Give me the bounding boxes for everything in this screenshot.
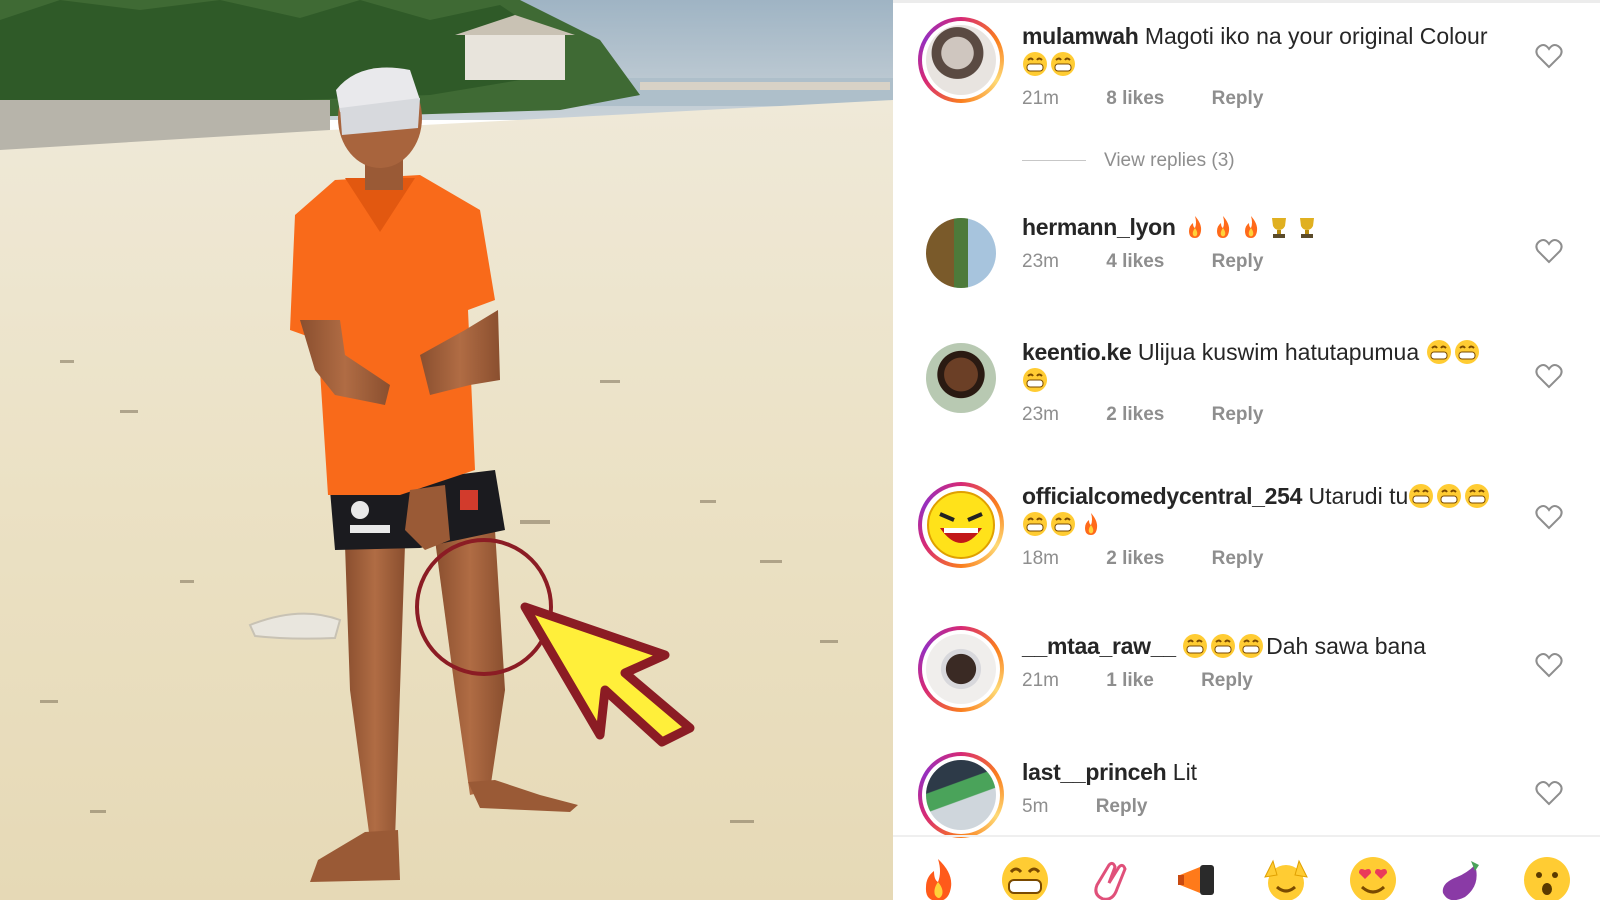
clap-emoji-icon[interactable]	[1087, 855, 1137, 900]
comment-emojis	[1022, 510, 1522, 538]
comment-text: Utarudi tu	[1308, 483, 1409, 509]
comment-likes[interactable]: 2 likes	[1106, 548, 1164, 570]
view-replies-label: View replies (3)	[1104, 150, 1235, 171]
avatar[interactable]	[918, 752, 1004, 838]
grin-emoji-icon	[1454, 340, 1479, 364]
comment-username[interactable]: keentio.ke	[1022, 339, 1132, 365]
reply-button[interactable]: Reply	[1212, 88, 1264, 110]
comment-likes[interactable]: 8 likes	[1106, 88, 1164, 110]
reply-button[interactable]: Reply	[1096, 796, 1148, 818]
comment-username[interactable]: mulamwah	[1022, 23, 1139, 49]
heart-icon[interactable]	[1535, 43, 1563, 69]
grin-emoji-icon	[1426, 340, 1451, 364]
heart-icon[interactable]	[1535, 652, 1563, 678]
surprised-emoji-icon[interactable]	[1522, 855, 1572, 900]
fire-emoji-icon	[1189, 216, 1202, 238]
post-photo	[0, 0, 893, 900]
fire-emoji-icon	[1217, 216, 1230, 238]
reply-button[interactable]: Reply	[1212, 548, 1264, 570]
reply-button[interactable]: Reply	[1212, 404, 1264, 426]
megaphone-emoji-icon[interactable]	[1174, 855, 1224, 900]
grin-emoji-icon	[1051, 52, 1075, 76]
avatar[interactable]	[918, 17, 1004, 103]
comment-text: Ulijua kuswim hatutapumua	[1137, 339, 1420, 365]
comment-text: Lit	[1172, 759, 1198, 785]
reply-button[interactable]: Reply	[1212, 251, 1264, 273]
comment-text: Magoti iko na your original Colour	[1144, 23, 1488, 49]
grin-emoji-icon	[1183, 634, 1208, 658]
comment-likes[interactable]: 2 likes	[1106, 404, 1164, 426]
view-replies-button[interactable]: View replies (3)	[1022, 150, 1235, 172]
grin-emoji-icon[interactable]	[1000, 855, 1050, 900]
comment-username[interactable]: officialcomedycentral_254	[1022, 483, 1302, 509]
comments-panel: mulamwah Magoti iko na your original Col…	[893, 0, 1600, 900]
grin-emoji-icon	[1051, 512, 1075, 536]
comment-time: 21m	[1022, 88, 1059, 109]
grin-emoji-icon	[1023, 368, 1047, 392]
heart-eyes-emoji-icon[interactable]	[1348, 855, 1398, 900]
grin-emoji-icon	[1211, 634, 1236, 658]
comment-text: Dah sawa bana	[1266, 633, 1426, 659]
heart-icon[interactable]	[1535, 780, 1563, 806]
reply-button[interactable]: Reply	[1201, 670, 1253, 692]
avatar[interactable]	[918, 626, 1004, 712]
comment-time: 18m	[1022, 548, 1059, 569]
comment-likes[interactable]: 1 like	[1106, 670, 1154, 692]
grin-emoji-icon	[1023, 512, 1047, 536]
comment-emojis	[1022, 366, 1522, 394]
comment-likes[interactable]: 4 likes	[1106, 251, 1164, 273]
avatar[interactable]	[918, 210, 1004, 296]
comment-username[interactable]: last__princeh	[1022, 759, 1167, 785]
replies-divider	[1022, 160, 1086, 162]
comment-time: 23m	[1022, 404, 1059, 425]
comment-time: 5m	[1022, 796, 1049, 817]
fire-emoji-icon[interactable]	[913, 855, 963, 900]
avatar[interactable]	[918, 482, 1004, 568]
heart-icon[interactable]	[1535, 504, 1563, 530]
trophy-emoji-icon	[1300, 218, 1314, 238]
comment-username[interactable]: hermann_lyon	[1022, 214, 1176, 240]
heart-icon[interactable]	[1535, 238, 1563, 264]
fire-emoji-icon	[1245, 216, 1258, 238]
grin-emoji-icon	[1409, 484, 1434, 508]
grin-emoji-icon	[1239, 634, 1264, 658]
fire-emoji-icon	[1085, 513, 1098, 535]
grin-emoji-icon	[1023, 52, 1047, 76]
grin-emoji-icon	[1437, 484, 1462, 508]
emoji-reaction-bar	[893, 835, 1600, 900]
comment-emojis	[1022, 50, 1522, 78]
heart-icon[interactable]	[1535, 363, 1563, 389]
avatar[interactable]	[918, 335, 1004, 421]
comment-time: 23m	[1022, 251, 1059, 272]
beach-photo-illustration	[0, 0, 893, 900]
top-divider	[893, 0, 1600, 3]
comment-username[interactable]: __mtaa_raw__	[1022, 633, 1176, 659]
raised-hands-emoji-icon[interactable]	[1261, 855, 1311, 900]
comment-time: 21m	[1022, 670, 1059, 691]
eggplant-emoji-icon[interactable]	[1435, 855, 1485, 900]
laughing-face-icon	[927, 491, 995, 559]
trophy-emoji-icon	[1272, 218, 1286, 238]
grin-emoji-icon	[1465, 484, 1490, 508]
